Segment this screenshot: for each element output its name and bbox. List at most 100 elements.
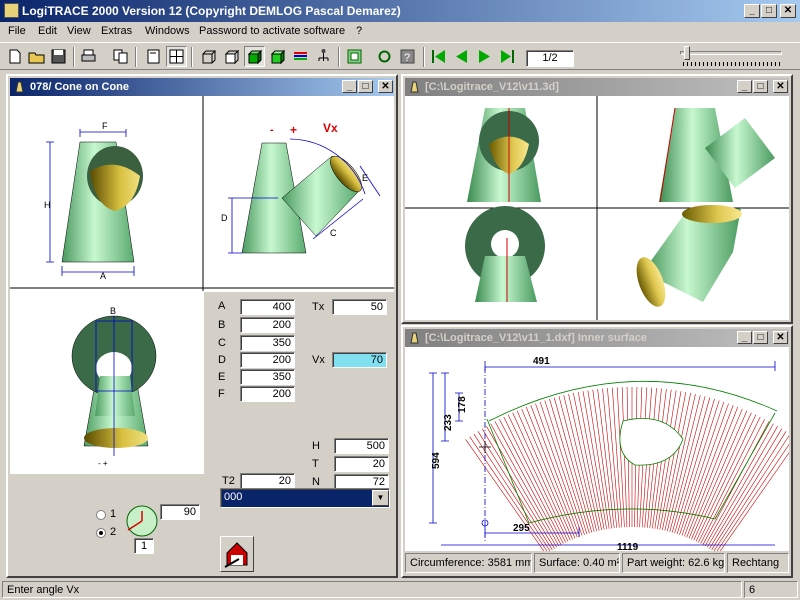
param-b-input[interactable]: 200 xyxy=(240,317,295,333)
dim-e-label: E xyxy=(362,173,368,183)
material-combo-value: 000 xyxy=(224,491,243,503)
cone-window-close[interactable]: ✕ xyxy=(378,80,393,93)
param-tx-input[interactable]: 50 xyxy=(332,299,387,315)
copy-icon[interactable] xyxy=(110,46,131,67)
param-tx-label: Tx xyxy=(312,301,325,313)
status-count: 6 xyxy=(744,581,798,598)
pattern-line xyxy=(684,405,734,537)
param-d-label: D xyxy=(218,354,226,366)
menu-edit[interactable]: Edit xyxy=(38,25,57,37)
save-icon[interactable] xyxy=(48,46,69,67)
maximize-button[interactable]: □ xyxy=(761,4,777,18)
weight-status: Part weight: 62.6 kg xyxy=(622,553,725,573)
menu-file[interactable]: File xyxy=(8,25,26,37)
view-3d-close[interactable]: ✕ xyxy=(773,80,788,93)
radio-option-1[interactable] xyxy=(96,510,106,520)
open-folder-icon[interactable] xyxy=(26,46,47,67)
angle-input[interactable]: 90 xyxy=(160,504,200,520)
dxf-window: [C:\Logitrace_V12\v11_1.dxf] Inner surfa… xyxy=(401,325,799,578)
zoom-slider-track[interactable] xyxy=(680,51,782,55)
param-n-label: N xyxy=(312,476,320,488)
cone-window-minimize[interactable]: _ xyxy=(342,80,357,93)
menu-help[interactable]: ? xyxy=(356,25,362,37)
param-d-input[interactable]: 200 xyxy=(240,352,295,368)
question-icon[interactable]: ? xyxy=(397,46,418,67)
calculate-button[interactable] xyxy=(220,536,254,572)
dxf-minimize[interactable]: _ xyxy=(737,331,752,344)
menu-windows[interactable]: Windows xyxy=(145,25,190,37)
param-f-input[interactable]: 200 xyxy=(240,386,295,402)
cone-window-title: 078/ Cone on Cone xyxy=(30,81,130,93)
material-combo[interactable]: 000 xyxy=(220,488,390,508)
zoom-slider-ticks xyxy=(683,62,781,66)
minimize-button[interactable]: _ xyxy=(744,4,760,18)
pattern-line xyxy=(499,418,564,544)
shaded-cube-icon[interactable] xyxy=(244,46,265,67)
solid-cube-icon[interactable] xyxy=(267,46,288,67)
pattern-line xyxy=(715,436,795,553)
param-f-label: F xyxy=(218,388,225,400)
status-bar: Enter angle Vx 6 xyxy=(0,579,800,600)
view-3d-icon xyxy=(410,81,419,93)
dxf-window-icon xyxy=(410,332,419,344)
radio-option-2-label: 2 xyxy=(110,526,117,538)
param-h-input[interactable]: 500 xyxy=(334,438,389,454)
param-c-input[interactable]: 350 xyxy=(240,335,295,351)
tree-structure-icon[interactable] xyxy=(313,46,334,67)
param-t2-label: T2 xyxy=(222,475,235,487)
close-button[interactable]: ✕ xyxy=(780,4,796,18)
wireframe-cube-icon[interactable] xyxy=(198,46,219,67)
menu-view[interactable]: View xyxy=(67,25,91,37)
dxf-canvas[interactable]: 491 178 233 594 295 1119 xyxy=(405,347,799,555)
angle-step-input[interactable]: 1 xyxy=(134,538,154,554)
next-page-icon[interactable] xyxy=(474,46,495,67)
combo-dropdown-button[interactable]: ▼ xyxy=(372,490,389,506)
pattern-line xyxy=(700,418,765,544)
dim-h-label: H xyxy=(44,200,51,210)
dim-b-label: B xyxy=(110,306,116,316)
previous-page-icon[interactable] xyxy=(451,46,472,67)
page-view-icon[interactable] xyxy=(143,46,164,67)
view-3d-canvas[interactable] xyxy=(405,96,789,320)
dim-295-label: 295 xyxy=(513,523,530,534)
first-page-icon[interactable] xyxy=(428,46,449,67)
param-t2-input[interactable]: 20 xyxy=(240,473,295,489)
new-file-icon[interactable] xyxy=(4,46,25,67)
radio-option-2[interactable] xyxy=(96,528,106,538)
param-a-input[interactable]: 400 xyxy=(240,299,295,315)
minus-sign-label: - xyxy=(270,124,274,136)
pattern-line xyxy=(688,408,743,539)
dim-c-label: C xyxy=(330,228,337,238)
cone-window-maximize[interactable]: □ xyxy=(358,80,373,93)
zoom-slider-thumb[interactable] xyxy=(684,46,690,60)
param-a-label: A xyxy=(218,300,226,312)
dim-594-label: 594 xyxy=(431,452,442,469)
frame-icon[interactable] xyxy=(344,46,365,67)
pattern-line xyxy=(544,400,588,535)
param-t-input[interactable]: 20 xyxy=(334,456,389,472)
pattern-line xyxy=(607,388,620,528)
view-3d-maximize[interactable]: □ xyxy=(753,80,768,93)
param-vx-label: Vx xyxy=(312,354,325,366)
dxf-maximize[interactable]: □ xyxy=(753,331,768,344)
menu-password[interactable]: Password to activate software xyxy=(199,25,345,37)
menu-extras[interactable]: Extras xyxy=(101,25,132,37)
dim-d-label: D xyxy=(221,213,228,223)
param-e-input[interactable]: 350 xyxy=(240,369,295,385)
pattern-line xyxy=(612,387,623,528)
param-b-label: B xyxy=(218,319,226,331)
split-view-icon[interactable] xyxy=(166,46,187,67)
param-vx-input[interactable]: 70 xyxy=(332,352,387,368)
last-page-icon[interactable] xyxy=(497,46,518,67)
param-e-label: E xyxy=(218,371,226,383)
pattern-line xyxy=(662,392,691,531)
print-icon[interactable] xyxy=(78,46,99,67)
hidden-line-cube-icon[interactable] xyxy=(221,46,242,67)
shape-status: Rechtang xyxy=(727,553,789,573)
rotate-icon[interactable] xyxy=(374,46,395,67)
dim-491-label: 491 xyxy=(533,356,550,367)
dxf-close[interactable]: ✕ xyxy=(773,331,788,344)
view-3d-minimize[interactable]: _ xyxy=(737,80,752,93)
color-layers-icon[interactable] xyxy=(290,46,311,67)
circumference-status: Circumference: 3581 mm xyxy=(405,553,532,573)
